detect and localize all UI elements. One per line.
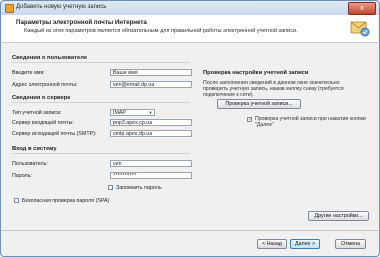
title-bar[interactable]: Добавить новую учетную запись x [1,1,379,15]
account-type-select[interactable]: IMAP ▼ [110,109,155,116]
auto-test-label[interactable]: Проверка учетной записи при нажатии кноп… [255,116,373,129]
name-label: Введите имя: [12,70,45,76]
password-field[interactable]: ********** [110,172,192,179]
email-field[interactable]: ven@email.dp.ua [110,81,192,88]
remember-password-checkbox[interactable] [108,185,113,190]
footer-divider [2,230,378,231]
add-account-dialog: Добавить новую учетную запись x Параметр… [0,0,380,257]
page-title: Параметры электронной почты Интернета [16,19,147,26]
login-heading: Вход в систему [12,146,57,152]
server-info-heading: Сведения о сервере [12,95,71,101]
remember-password-label[interactable]: Запомнить пароль [116,185,162,191]
auto-test-checkbox[interactable]: ✓ [247,117,252,123]
divider [12,153,190,154]
username-field[interactable]: ven [110,160,192,167]
test-settings-heading: Проверка настройки учетной записи [203,70,309,76]
spa-checkbox[interactable] [14,198,19,203]
email-label: Адрес электронной почты: [12,82,78,88]
spa-label[interactable]: Безопасная проверка пароля (SPA) [22,198,109,204]
cancel-button[interactable]: Отмена [335,239,366,249]
divider [12,102,190,103]
outgoing-server-field[interactable]: smtp.apex.dp.ua [110,130,192,137]
email-settings-icon [350,21,370,37]
more-settings-button[interactable]: Другие настройки... [308,211,369,221]
outlook-icon [5,4,14,13]
incoming-server-field[interactable]: pop3.apex.cp.ua [110,119,192,126]
test-description: После заполнения сведений в данном окне … [203,80,344,98]
user-info-heading: Сведения о пользователе [12,55,88,61]
window-title: Добавить новую учетную запись [16,4,107,10]
incoming-server-label: Сервер входящей почты: [12,120,74,126]
account-type-label: Тип учетной записи: [12,110,62,116]
outgoing-server-label: Сервер исходящей почты (SMTP): [12,131,97,137]
password-label: Пароль: [12,173,32,179]
account-type-value: IMAP [113,110,126,116]
page-subtitle: Каждый из этих параметров является обяза… [24,28,298,34]
wizard-header: Параметры электронной почты Интернета Ка… [2,15,378,43]
test-account-button[interactable]: Проверка учетной записи... [217,99,301,109]
divider [12,62,190,63]
close-button[interactable]: x [348,2,376,15]
username-label: Пользователь: [12,161,48,167]
chevron-down-icon: ▼ [148,110,153,115]
name-field[interactable]: Ваше имя [110,69,192,76]
next-button[interactable]: Далее > [290,239,320,249]
back-button[interactable]: < Назад [257,239,287,249]
